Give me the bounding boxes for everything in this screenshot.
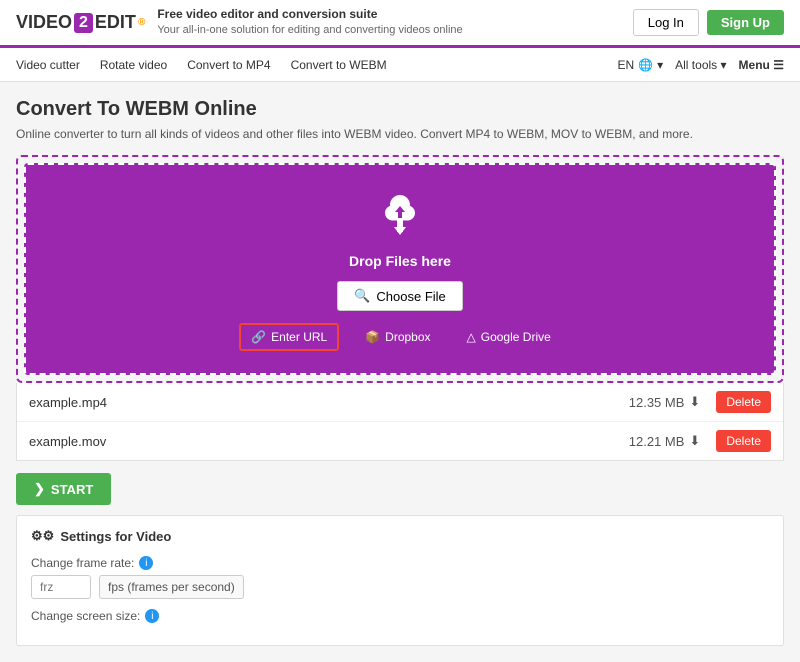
upload-box: Drop Files here 🔍 Choose File 🔗 Enter UR… (24, 163, 776, 375)
page-description: Online converter to turn all kinds of vi… (16, 127, 784, 141)
logo-dot: ® (138, 17, 145, 28)
google-drive-icon: △ (467, 330, 476, 344)
logo-edit: EDIT (95, 12, 136, 33)
nav-menu[interactable]: Menu ☰ (739, 58, 784, 72)
enter-url-label: Enter URL (271, 330, 327, 344)
upload-options: 🔗 Enter URL 📦 Dropbox △ Google Drive (239, 323, 561, 351)
dropbox-option[interactable]: 📦 Dropbox (355, 325, 440, 349)
lang-chevron-icon: ▾ (657, 58, 663, 72)
enter-url-option[interactable]: 🔗 Enter URL (239, 323, 339, 351)
page-title: Convert To WEBM Online (16, 98, 784, 121)
drop-files-text: Drop Files here (349, 253, 451, 269)
tagline-sub: Your all-in-one solution for editing and… (157, 23, 462, 38)
nav-right: EN 🌐 ▾ All tools ▾ Menu ☰ (617, 58, 784, 72)
lang-flag-icon: 🌐 (638, 58, 653, 72)
choose-file-label: Choose File (376, 289, 445, 304)
settings-section: ⚙⚙ Settings for Video Change frame rate:… (16, 515, 784, 646)
frame-rate-row: Change frame rate: i fps (frames per sec… (31, 556, 769, 599)
nav-links: Video cutter Rotate video Convert to MP4… (16, 50, 387, 80)
table-row: example.mp4 12.35 MB ⬇ Delete (17, 383, 783, 422)
google-drive-label: Google Drive (481, 330, 551, 344)
dropbox-icon: 📦 (365, 330, 380, 344)
nav-language[interactable]: EN 🌐 ▾ (617, 58, 663, 72)
dropbox-label: Dropbox (385, 330, 430, 344)
lang-label: EN (617, 58, 634, 72)
frame-rate-info-icon[interactable]: i (139, 556, 153, 570)
download-icon-2: ⬇ (689, 433, 700, 449)
header-tagline: Free video editor and conversion suite Y… (157, 6, 462, 38)
table-row: example.mov 12.21 MB ⬇ Delete (17, 422, 783, 460)
search-icon: 🔍 (354, 288, 370, 304)
header-right: Log In Sign Up (633, 9, 784, 36)
logo-2: 2 (74, 13, 93, 33)
choose-file-button[interactable]: 🔍 Choose File (337, 281, 463, 311)
menu-icon: ☰ (773, 58, 784, 72)
delete-button-1[interactable]: Delete (716, 391, 771, 413)
upload-wrapper: Drop Files here 🔍 Choose File 🔗 Enter UR… (16, 155, 784, 383)
tools-chevron-icon: ▾ (721, 58, 727, 72)
frame-rate-desc: fps (frames per second) (99, 575, 244, 599)
start-arrow-icon: ❯ (34, 481, 45, 497)
frame-rate-input-row: fps (frames per second) (31, 575, 769, 599)
nav-all-tools[interactable]: All tools ▾ (675, 58, 726, 72)
screen-size-row: Change screen size: i (31, 609, 769, 623)
google-drive-option[interactable]: △ Google Drive (457, 325, 561, 349)
screen-size-info-icon[interactable]: i (145, 609, 159, 623)
header: VIDEO 2 EDIT ® Free video editor and con… (0, 0, 800, 48)
nav-rotate-video[interactable]: Rotate video (100, 50, 167, 80)
file-list: example.mp4 12.35 MB ⬇ Delete example.mo… (16, 383, 784, 461)
start-label: START (51, 482, 93, 497)
main-content: Convert To WEBM Online Online converter … (0, 82, 800, 662)
file-size-1: 12.35 MB ⬇ (629, 394, 701, 410)
file-size-2: 12.21 MB ⬇ (629, 433, 701, 449)
screen-size-label: Change screen size: i (31, 609, 769, 623)
signup-button[interactable]: Sign Up (707, 10, 784, 35)
nav: Video cutter Rotate video Convert to MP4… (0, 48, 800, 82)
logo-video: VIDEO (16, 12, 72, 33)
start-section: ❯ START (16, 473, 784, 505)
file-name-2: example.mov (29, 434, 629, 449)
cloud-upload-icon (375, 193, 425, 247)
login-button[interactable]: Log In (633, 9, 699, 36)
nav-convert-mp4[interactable]: Convert to MP4 (187, 50, 270, 80)
link-icon: 🔗 (251, 330, 266, 344)
start-button[interactable]: ❯ START (16, 473, 111, 505)
delete-button-2[interactable]: Delete (716, 430, 771, 452)
tagline-title: Free video editor and conversion suite (157, 6, 462, 23)
logo: VIDEO 2 EDIT ® (16, 12, 145, 33)
header-left: VIDEO 2 EDIT ® Free video editor and con… (16, 6, 463, 38)
frame-rate-input[interactable] (31, 575, 91, 599)
download-icon-1: ⬇ (689, 394, 700, 410)
nav-video-cutter[interactable]: Video cutter (16, 50, 80, 80)
nav-convert-webm[interactable]: Convert to WEBM (291, 50, 387, 80)
frame-rate-label: Change frame rate: i (31, 556, 769, 570)
file-name-1: example.mp4 (29, 395, 629, 410)
